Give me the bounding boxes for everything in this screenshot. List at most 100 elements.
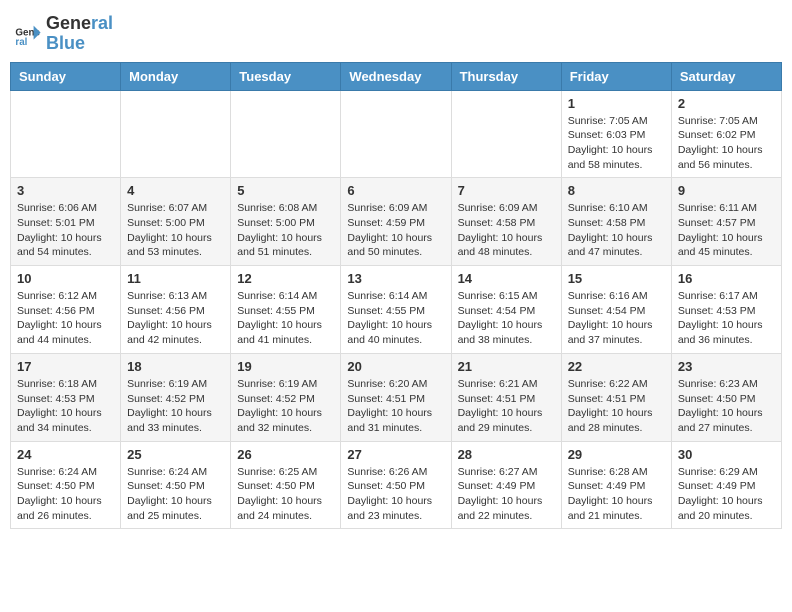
day-info: Sunrise: 6:28 AMSunset: 4:49 PMDaylight:… — [568, 465, 665, 524]
day-number: 1 — [568, 96, 665, 111]
day-info: Sunrise: 6:19 AMSunset: 4:52 PMDaylight:… — [237, 377, 334, 436]
day-info: Sunrise: 6:13 AMSunset: 4:56 PMDaylight:… — [127, 289, 224, 348]
day-number: 25 — [127, 447, 224, 462]
calendar-cell: 19 Sunrise: 6:19 AMSunset: 4:52 PMDayligh… — [231, 353, 341, 441]
day-info: Sunrise: 6:29 AMSunset: 4:49 PMDaylight:… — [678, 465, 775, 524]
calendar-week-row: 10 Sunrise: 6:12 AMSunset: 4:56 PMDayligh… — [11, 266, 782, 354]
calendar-cell: 22 Sunrise: 6:22 AMSunset: 4:51 PMDayligh… — [561, 353, 671, 441]
day-number: 27 — [347, 447, 444, 462]
page-header: Gene ral General Blue — [10, 10, 782, 54]
calendar-cell: 6 Sunrise: 6:09 AMSunset: 4:59 PMDaylight… — [341, 178, 451, 266]
logo: Gene ral General Blue — [14, 14, 113, 54]
day-info: Sunrise: 6:10 AMSunset: 4:58 PMDaylight:… — [568, 201, 665, 260]
day-number: 2 — [678, 96, 775, 111]
day-number: 7 — [458, 183, 555, 198]
calendar-cell: 30 Sunrise: 6:29 AMSunset: 4:49 PMDayligh… — [671, 441, 781, 529]
day-number: 5 — [237, 183, 334, 198]
calendar-cell — [341, 90, 451, 178]
calendar-cell: 28 Sunrise: 6:27 AMSunset: 4:49 PMDayligh… — [451, 441, 561, 529]
day-number: 30 — [678, 447, 775, 462]
calendar-cell: 8 Sunrise: 6:10 AMSunset: 4:58 PMDaylight… — [561, 178, 671, 266]
calendar-cell: 13 Sunrise: 6:14 AMSunset: 4:55 PMDayligh… — [341, 266, 451, 354]
day-info: Sunrise: 6:25 AMSunset: 4:50 PMDaylight:… — [237, 465, 334, 524]
day-info: Sunrise: 6:09 AMSunset: 4:58 PMDaylight:… — [458, 201, 555, 260]
calendar-table: SundayMondayTuesdayWednesdayThursdayFrid… — [10, 62, 782, 530]
day-number: 17 — [17, 359, 114, 374]
day-number: 23 — [678, 359, 775, 374]
weekday-header-wednesday: Wednesday — [341, 62, 451, 90]
day-info: Sunrise: 6:22 AMSunset: 4:51 PMDaylight:… — [568, 377, 665, 436]
day-info: Sunrise: 6:14 AMSunset: 4:55 PMDaylight:… — [347, 289, 444, 348]
calendar-cell: 9Sunrise: 6:11 AMSunset: 4:57 PMDaylight… — [671, 178, 781, 266]
calendar-cell: 15 Sunrise: 6:16 AMSunset: 4:54 PMDayligh… — [561, 266, 671, 354]
calendar-cell — [121, 90, 231, 178]
day-number: 9 — [678, 183, 775, 198]
day-info: Sunrise: 7:05 AMSunset: 6:03 PMDaylight:… — [568, 114, 665, 173]
day-info: Sunrise: 6:26 AMSunset: 4:50 PMDaylight:… — [347, 465, 444, 524]
calendar-week-row: 1 Sunrise: 7:05 AMSunset: 6:03 PMDaylight… — [11, 90, 782, 178]
day-number: 6 — [347, 183, 444, 198]
day-info: Sunrise: 6:21 AMSunset: 4:51 PMDaylight:… — [458, 377, 555, 436]
day-number: 19 — [237, 359, 334, 374]
calendar-cell: 26 Sunrise: 6:25 AMSunset: 4:50 PMDayligh… — [231, 441, 341, 529]
day-number: 12 — [237, 271, 334, 286]
day-info: Sunrise: 6:08 AMSunset: 5:00 PMDaylight:… — [237, 201, 334, 260]
calendar-cell: 12 Sunrise: 6:14 AMSunset: 4:55 PMDayligh… — [231, 266, 341, 354]
calendar-cell: 29 Sunrise: 6:28 AMSunset: 4:49 PMDayligh… — [561, 441, 671, 529]
day-info: Sunrise: 6:27 AMSunset: 4:49 PMDaylight:… — [458, 465, 555, 524]
day-info: Sunrise: 6:16 AMSunset: 4:54 PMDaylight:… — [568, 289, 665, 348]
calendar-cell: 18Sunrise: 6:19 AMSunset: 4:52 PMDayligh… — [121, 353, 231, 441]
day-info: Sunrise: 6:12 AMSunset: 4:56 PMDaylight:… — [17, 289, 114, 348]
day-number: 21 — [458, 359, 555, 374]
day-number: 28 — [458, 447, 555, 462]
day-number: 4 — [127, 183, 224, 198]
calendar-cell: 27 Sunrise: 6:26 AMSunset: 4:50 PMDayligh… — [341, 441, 451, 529]
calendar-cell: 16 Sunrise: 6:17 AMSunset: 4:53 PMDayligh… — [671, 266, 781, 354]
day-info: Sunrise: 6:17 AMSunset: 4:53 PMDaylight:… — [678, 289, 775, 348]
weekday-header-tuesday: Tuesday — [231, 62, 341, 90]
calendar-week-row: 24 Sunrise: 6:24 AMSunset: 4:50 PMDayligh… — [11, 441, 782, 529]
weekday-header-saturday: Saturday — [671, 62, 781, 90]
day-number: 11 — [127, 271, 224, 286]
day-number: 16 — [678, 271, 775, 286]
logo-text: General Blue — [46, 14, 113, 54]
day-number: 29 — [568, 447, 665, 462]
weekday-header-sunday: Sunday — [11, 62, 121, 90]
day-info: Sunrise: 6:18 AMSunset: 4:53 PMDaylight:… — [17, 377, 114, 436]
calendar-cell: 3Sunrise: 6:06 AMSunset: 5:01 PMDaylight… — [11, 178, 121, 266]
calendar-cell: 20 Sunrise: 6:20 AMSunset: 4:51 PMDayligh… — [341, 353, 451, 441]
calendar-cell: 14Sunrise: 6:15 AMSunset: 4:54 PMDayligh… — [451, 266, 561, 354]
day-number: 10 — [17, 271, 114, 286]
calendar-cell: 5 Sunrise: 6:08 AMSunset: 5:00 PMDaylight… — [231, 178, 341, 266]
day-number: 8 — [568, 183, 665, 198]
calendar-cell: 24 Sunrise: 6:24 AMSunset: 4:50 PMDayligh… — [11, 441, 121, 529]
calendar-cell: 10 Sunrise: 6:12 AMSunset: 4:56 PMDayligh… — [11, 266, 121, 354]
day-info: Sunrise: 6:09 AMSunset: 4:59 PMDaylight:… — [347, 201, 444, 260]
calendar-cell — [231, 90, 341, 178]
weekday-header-thursday: Thursday — [451, 62, 561, 90]
day-info: Sunrise: 7:05 AMSunset: 6:02 PMDaylight:… — [678, 114, 775, 173]
day-number: 22 — [568, 359, 665, 374]
day-info: Sunrise: 6:14 AMSunset: 4:55 PMDaylight:… — [237, 289, 334, 348]
day-number: 15 — [568, 271, 665, 286]
calendar-header-row: SundayMondayTuesdayWednesdayThursdayFrid… — [11, 62, 782, 90]
day-number: 20 — [347, 359, 444, 374]
day-info: Sunrise: 6:24 AMSunset: 4:50 PMDaylight:… — [17, 465, 114, 524]
weekday-header-monday: Monday — [121, 62, 231, 90]
svg-text:ral: ral — [15, 37, 27, 48]
day-number: 24 — [17, 447, 114, 462]
day-number: 26 — [237, 447, 334, 462]
calendar-cell: 7 Sunrise: 6:09 AMSunset: 4:58 PMDaylight… — [451, 178, 561, 266]
calendar-cell: 25Sunrise: 6:24 AMSunset: 4:50 PMDayligh… — [121, 441, 231, 529]
day-number: 13 — [347, 271, 444, 286]
calendar-cell: 17 Sunrise: 6:18 AMSunset: 4:53 PMDayligh… — [11, 353, 121, 441]
calendar-cell: 21 Sunrise: 6:21 AMSunset: 4:51 PMDayligh… — [451, 353, 561, 441]
calendar-cell: 23 Sunrise: 6:23 AMSunset: 4:50 PMDayligh… — [671, 353, 781, 441]
day-info: Sunrise: 6:23 AMSunset: 4:50 PMDaylight:… — [678, 377, 775, 436]
day-number: 18 — [127, 359, 224, 374]
day-info: Sunrise: 6:20 AMSunset: 4:51 PMDaylight:… — [347, 377, 444, 436]
calendar-cell — [11, 90, 121, 178]
day-info: Sunrise: 6:15 AMSunset: 4:54 PMDaylight:… — [458, 289, 555, 348]
weekday-header-friday: Friday — [561, 62, 671, 90]
calendar-cell — [451, 90, 561, 178]
